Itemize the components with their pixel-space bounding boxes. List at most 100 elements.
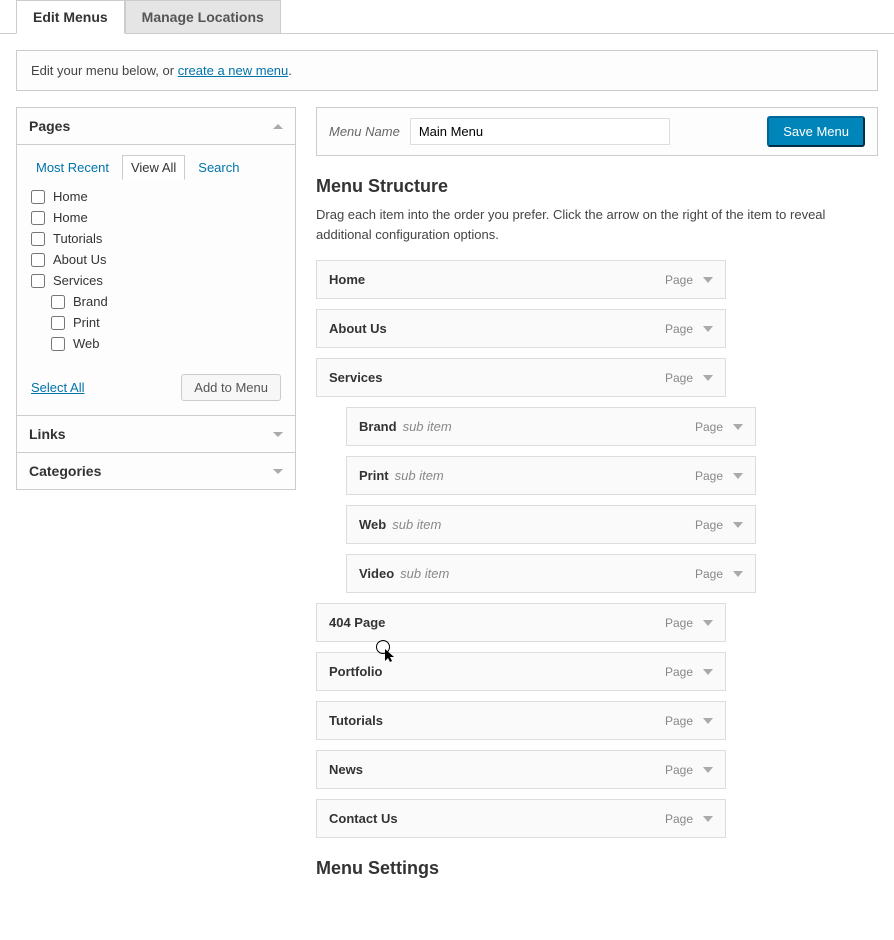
menu-item-title: About Us xyxy=(329,321,387,336)
subtab-most-recent[interactable]: Most Recent xyxy=(27,155,118,180)
subtab-view-all[interactable]: View All xyxy=(122,155,185,180)
menu-item-type: Page xyxy=(665,273,693,287)
page-checkbox[interactable] xyxy=(31,274,45,288)
page-list: HomeHomeTutorialsAbout UsServicesBrandPr… xyxy=(17,180,295,364)
chevron-down-icon[interactable] xyxy=(733,424,743,430)
subtab-search[interactable]: Search xyxy=(189,155,248,180)
menu-name-label: Menu Name xyxy=(329,124,400,139)
menu-item[interactable]: Brand sub item Page xyxy=(346,407,756,446)
chevron-down-icon[interactable] xyxy=(733,522,743,528)
menu-item-title: Services xyxy=(329,370,383,385)
page-checkbox-item: Tutorials xyxy=(31,228,281,249)
menu-item[interactable]: Video sub item Page xyxy=(346,554,756,593)
add-to-menu-button[interactable]: Add to Menu xyxy=(181,374,281,401)
tab-edit-menus[interactable]: Edit Menus xyxy=(16,0,125,34)
menu-item-title: Print xyxy=(359,468,389,483)
page-label: About Us xyxy=(53,252,106,267)
menu-item[interactable]: News Page xyxy=(316,750,726,789)
page-checkbox[interactable] xyxy=(51,337,65,351)
menu-item-type: Page xyxy=(665,812,693,826)
page-checkbox-item: Home xyxy=(31,186,281,207)
menu-item-title: Web xyxy=(359,517,386,532)
menu-item-type: Page xyxy=(665,665,693,679)
menu-item-title: Portfolio xyxy=(329,664,382,679)
menu-item-sub-label: sub item xyxy=(403,419,452,434)
menu-item-type: Page xyxy=(665,616,693,630)
menu-item[interactable]: Portfolio Page xyxy=(316,652,726,691)
menu-item-sub-label: sub item xyxy=(395,468,444,483)
menu-item-type: Page xyxy=(665,763,693,777)
pages-subtabs: Most Recent View All Search xyxy=(17,145,295,180)
categories-panel: Categories xyxy=(16,453,296,490)
categories-panel-title: Categories xyxy=(29,463,101,479)
notice-suffix: . xyxy=(288,63,292,78)
chevron-down-icon xyxy=(273,432,283,437)
page-checkbox[interactable] xyxy=(31,253,45,267)
menu-item[interactable]: Contact Us Page xyxy=(316,799,726,838)
page-checkbox[interactable] xyxy=(31,190,45,204)
page-label: Home xyxy=(53,210,88,225)
notice-text: Edit your menu below, or xyxy=(31,63,178,78)
menu-item[interactable]: Tutorials Page xyxy=(316,701,726,740)
page-label: Brand xyxy=(73,294,108,309)
menu-item-title: 404 Page xyxy=(329,615,385,630)
notice-bar: Edit your menu below, or create a new me… xyxy=(16,50,878,91)
page-label: Web xyxy=(73,336,100,351)
chevron-down-icon[interactable] xyxy=(703,375,713,381)
page-label: Home xyxy=(53,189,88,204)
menu-item[interactable]: Websub itemPage xyxy=(346,505,756,544)
menu-item-sub-label: sub item xyxy=(400,566,449,581)
menu-structure-title: Menu Structure xyxy=(316,176,878,197)
page-checkbox[interactable] xyxy=(31,211,45,225)
menu-item-type: Page xyxy=(695,420,723,434)
menu-item-sub-label: sub item xyxy=(392,517,441,532)
save-menu-button[interactable]: Save Menu xyxy=(767,116,865,147)
select-all-link[interactable]: Select All xyxy=(31,380,84,395)
page-checkbox[interactable] xyxy=(31,232,45,246)
menu-item-title: Video xyxy=(359,566,394,581)
chevron-down-icon[interactable] xyxy=(703,767,713,773)
chevron-down-icon[interactable] xyxy=(733,473,743,479)
menu-settings-title: Menu Settings xyxy=(316,858,878,879)
chevron-down-icon[interactable] xyxy=(703,816,713,822)
chevron-down-icon[interactable] xyxy=(703,620,713,626)
menu-item-type: Page xyxy=(665,322,693,336)
pages-panel-header[interactable]: Pages xyxy=(17,108,295,144)
menu-item[interactable]: Print sub item Page xyxy=(346,456,756,495)
page-checkbox[interactable] xyxy=(51,316,65,330)
menu-item-type: Page xyxy=(665,714,693,728)
links-panel-title: Links xyxy=(29,426,66,442)
chevron-down-icon[interactable] xyxy=(703,669,713,675)
create-new-menu-link[interactable]: create a new menu xyxy=(178,63,289,78)
page-label: Tutorials xyxy=(53,231,102,246)
tab-manage-locations[interactable]: Manage Locations xyxy=(125,0,281,33)
menu-item-type: Page xyxy=(665,371,693,385)
menu-name-input[interactable] xyxy=(410,118,670,145)
chevron-down-icon[interactable] xyxy=(703,277,713,283)
page-checkbox[interactable] xyxy=(51,295,65,309)
menu-name-bar: Menu Name Save Menu xyxy=(316,107,878,156)
menu-item-title: Tutorials xyxy=(329,713,383,728)
page-label: Print xyxy=(73,315,100,330)
menu-item-title: News xyxy=(329,762,363,777)
menu-item[interactable]: Home Page xyxy=(316,260,726,299)
menu-item[interactable]: About Us Page xyxy=(316,309,726,348)
menu-item[interactable]: Services Page xyxy=(316,358,726,397)
pages-panel-title: Pages xyxy=(29,118,70,134)
chevron-down-icon[interactable] xyxy=(703,718,713,724)
categories-panel-header[interactable]: Categories xyxy=(17,453,295,489)
links-panel: Links xyxy=(16,416,296,453)
page-checkbox-item: Print xyxy=(31,312,281,333)
page-checkbox-item: Web xyxy=(31,333,281,354)
pages-panel: Pages Most Recent View All Search Home Ho… xyxy=(16,107,296,416)
menu-item-type: Page xyxy=(695,567,723,581)
menu-items-container: Home Page About Us Page Services Page Brand sub… xyxy=(316,260,878,838)
menu-item[interactable]: 404 Page Page xyxy=(316,603,726,642)
chevron-down-icon[interactable] xyxy=(733,571,743,577)
menu-item-title: Home xyxy=(329,272,365,287)
chevron-down-icon[interactable] xyxy=(703,326,713,332)
links-panel-header[interactable]: Links xyxy=(17,416,295,452)
menu-item-type: Page xyxy=(695,469,723,483)
menu-item-title: Contact Us xyxy=(329,811,398,826)
menu-item-title: Brand xyxy=(359,419,397,434)
